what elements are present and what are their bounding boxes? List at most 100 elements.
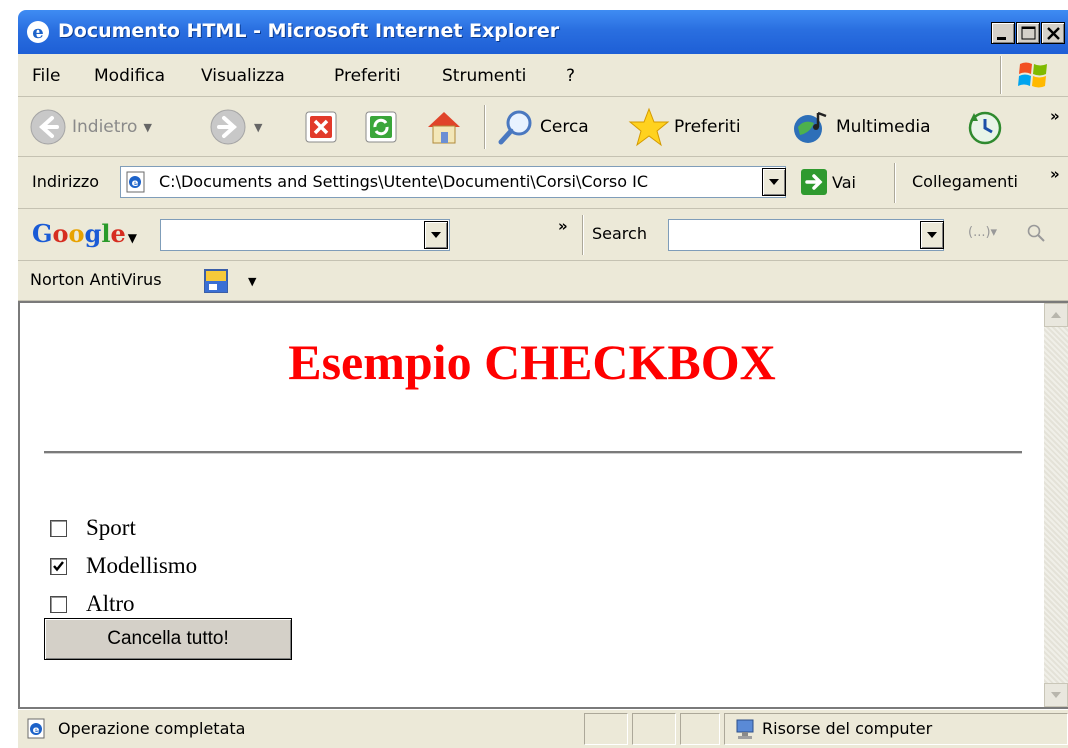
go-label: Vai bbox=[832, 172, 856, 192]
standard-toolbar: Indietro ▼ ▼ Cerca Preferiti Multimedia … bbox=[18, 97, 1068, 157]
horizontal-rule bbox=[44, 451, 1022, 454]
vertical-scrollbar[interactable] bbox=[1044, 303, 1068, 707]
checkmark-icon bbox=[53, 560, 64, 571]
google-logo[interactable]: Google ▼ bbox=[32, 219, 137, 248]
back-button[interactable]: Indietro ▼ bbox=[28, 104, 152, 150]
address-dropdown-button[interactable] bbox=[762, 168, 786, 196]
links-toolbar[interactable]: Collegamenti bbox=[912, 172, 1018, 191]
stop-button[interactable] bbox=[302, 104, 340, 150]
menu-help[interactable]: ? bbox=[566, 66, 575, 86]
norton-toolbar: Norton AntiVirus ▼ bbox=[18, 261, 1068, 301]
search-button[interactable]: Cerca bbox=[496, 104, 589, 150]
favorites-label: Preferiti bbox=[674, 117, 741, 137]
google-separator bbox=[582, 215, 584, 255]
links-overflow-icon[interactable]: » bbox=[1050, 165, 1060, 183]
google-search-button[interactable]: Search bbox=[592, 224, 647, 243]
svg-text:e: e bbox=[33, 725, 40, 736]
go-arrow-icon bbox=[801, 169, 827, 195]
options-icon[interactable]: (...)▾ bbox=[968, 225, 997, 240]
forward-dropdown-icon[interactable]: ▼ bbox=[254, 121, 262, 134]
status-message: Operazione completata bbox=[58, 719, 246, 738]
magnifier-icon[interactable] bbox=[1026, 223, 1048, 245]
menu-modifica[interactable]: Modifica bbox=[94, 66, 165, 86]
search-label: Cerca bbox=[540, 117, 589, 137]
menu-bar: File Modifica Visualizza Preferiti Strum… bbox=[18, 54, 1068, 97]
windows-logo-icon bbox=[1018, 62, 1047, 88]
status-cell bbox=[680, 713, 720, 745]
chevron-down-icon bbox=[431, 232, 441, 238]
back-arrow-icon bbox=[30, 109, 66, 145]
ie-logo-icon: e bbox=[27, 21, 49, 43]
menu-separator bbox=[1000, 56, 1002, 94]
star-icon bbox=[628, 107, 670, 147]
scroll-down-button[interactable] bbox=[1044, 683, 1068, 707]
svg-text:e: e bbox=[132, 178, 139, 189]
title-bar: e Documento HTML - Microsoft Internet Ex… bbox=[18, 10, 1068, 54]
address-input[interactable]: e C:\Documents and Settings\Utente\Docum… bbox=[120, 166, 786, 198]
search-dropdown-button[interactable] bbox=[920, 221, 944, 249]
refresh-button[interactable] bbox=[362, 104, 400, 150]
checkbox-altro-label: Altro bbox=[86, 591, 135, 616]
checkbox-sport-box[interactable] bbox=[50, 519, 67, 537]
google-dropdown-button[interactable] bbox=[424, 221, 448, 249]
computer-icon bbox=[736, 719, 754, 739]
home-icon bbox=[428, 112, 460, 144]
address-bar: Indirizzo e C:\Documents and Settings\Ut… bbox=[18, 157, 1068, 209]
chevron-down-icon bbox=[769, 179, 779, 185]
menu-file[interactable]: File bbox=[32, 66, 60, 86]
checkbox-sport-label: Sport bbox=[86, 515, 136, 540]
arrow-up-icon bbox=[1051, 312, 1061, 318]
svg-text:e: e bbox=[32, 22, 43, 43]
google-toolbar: Google ▼ » Search (...)▾ bbox=[18, 209, 1068, 261]
scroll-up-button[interactable] bbox=[1044, 303, 1068, 327]
go-button[interactable]: Vai bbox=[800, 167, 856, 197]
zone-label: Risorse del computer bbox=[762, 719, 933, 738]
norton-dropdown-icon[interactable]: ▼ bbox=[248, 275, 256, 288]
checkbox-altro-box[interactable] bbox=[50, 595, 67, 613]
checkbox-modellismo-box[interactable] bbox=[50, 557, 67, 575]
chevron-down-icon bbox=[927, 232, 937, 238]
status-cell bbox=[632, 713, 676, 745]
menu-preferiti[interactable]: Preferiti bbox=[334, 66, 401, 86]
back-dropdown-icon[interactable]: ▼ bbox=[143, 121, 151, 134]
address-url: C:\Documents and Settings\Utente\Documen… bbox=[159, 172, 649, 191]
media-icon bbox=[794, 111, 827, 143]
minimize-icon bbox=[997, 37, 1006, 40]
refresh-icon bbox=[365, 111, 397, 143]
address-separator bbox=[894, 163, 896, 203]
google-overflow-icon[interactable]: » bbox=[558, 217, 568, 235]
toolbar-separator bbox=[484, 105, 486, 149]
window-title: Documento HTML - Microsoft Internet Expl… bbox=[58, 20, 560, 42]
history-button[interactable] bbox=[964, 104, 1006, 150]
stop-icon bbox=[305, 111, 337, 143]
maximize-button[interactable] bbox=[1016, 22, 1040, 44]
history-icon bbox=[968, 111, 1002, 145]
page-viewport: Esempio CHECKBOX Sport Modellismo Altro … bbox=[18, 301, 1068, 709]
forward-arrow-icon bbox=[210, 109, 246, 145]
minimize-button[interactable] bbox=[991, 22, 1015, 44]
favorites-button[interactable]: Preferiti bbox=[628, 104, 741, 150]
home-button[interactable] bbox=[422, 104, 466, 150]
maximize-icon bbox=[1021, 26, 1036, 40]
status-bar: e Operazione completata Risorse del comp… bbox=[18, 709, 1068, 748]
arrow-down-icon bbox=[1051, 692, 1061, 698]
checkbox-altro[interactable]: Altro bbox=[50, 591, 135, 617]
media-label: Multimedia bbox=[836, 117, 931, 137]
search-input[interactable] bbox=[668, 219, 944, 251]
google-search-input[interactable] bbox=[160, 219, 450, 251]
reset-button[interactable]: Cancella tutto! bbox=[44, 618, 292, 660]
back-label: Indietro bbox=[72, 117, 138, 137]
checkbox-modellismo[interactable]: Modellismo bbox=[50, 553, 197, 579]
media-button[interactable]: Multimedia bbox=[788, 104, 931, 150]
menu-visualizza[interactable]: Visualizza bbox=[201, 66, 285, 86]
checkbox-sport[interactable]: Sport bbox=[50, 515, 136, 541]
forward-button[interactable]: ▼ bbox=[208, 104, 262, 150]
toolbar-overflow-icon[interactable]: » bbox=[1050, 107, 1060, 125]
status-cell bbox=[584, 713, 628, 745]
close-button[interactable] bbox=[1041, 22, 1065, 44]
page-status-icon: e bbox=[27, 718, 45, 739]
close-icon bbox=[1047, 27, 1060, 40]
search-icon bbox=[498, 110, 532, 145]
norton-icon[interactable] bbox=[202, 267, 230, 295]
menu-strumenti[interactable]: Strumenti bbox=[442, 66, 526, 86]
